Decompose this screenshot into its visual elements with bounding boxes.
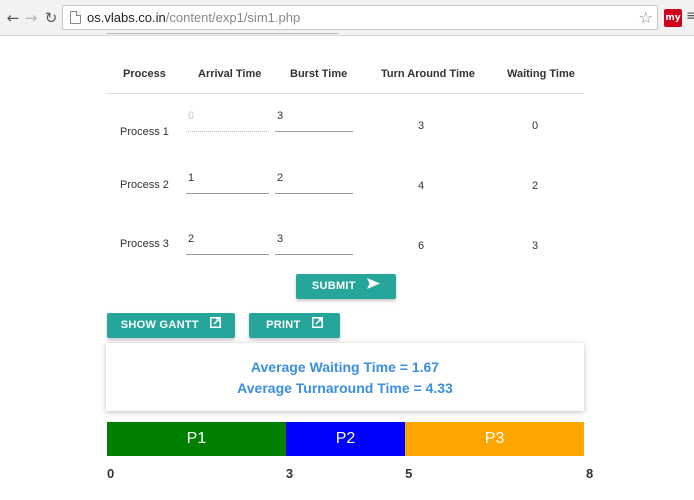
show-gantt-button[interactable]: SHOW GANTT	[107, 313, 235, 338]
header-turnaround-time: Turn Around Time	[381, 68, 475, 80]
bookmark-star-icon[interactable]: ☆	[639, 8, 653, 27]
average-turnaround-time: Average Turnaround Time = 4.33	[237, 380, 453, 396]
row-1-waiting: 0	[531, 120, 539, 132]
row-1-turnaround: 3	[417, 120, 425, 132]
row-1-arrival-input: 0	[186, 110, 269, 132]
url-text[interactable]: os.vlabs.co.in/content/exp1/sim1.php	[87, 10, 300, 25]
menu-icon[interactable]: ≡	[686, 8, 694, 26]
print-button[interactable]: PRINT	[249, 313, 340, 338]
url-path: /content/exp1/sim1.php	[165, 10, 301, 25]
extension-icon[interactable]: my	[664, 9, 682, 27]
row-3-process-label: Process 3	[120, 238, 169, 250]
open-in-new-icon	[311, 313, 323, 338]
address-bar[interactable]: os.vlabs.co.in/content/exp1/sim1.php ☆	[62, 5, 658, 30]
gantt-tick-label: 8	[586, 466, 594, 481]
header-burst-time: Burst Time	[290, 68, 348, 80]
gantt-tick-label: 3	[285, 466, 294, 481]
reload-icon[interactable]: ↻	[42, 9, 60, 27]
open-in-new-icon	[210, 313, 222, 338]
header-arrival-time: Arrival Time	[198, 68, 262, 80]
header-waiting-time: Waiting Time	[507, 68, 575, 80]
row-3-burst-input[interactable]: 3	[275, 233, 353, 255]
row-1-process-label: Process 1	[120, 126, 169, 138]
row-2-arrival-input[interactable]: 1	[186, 172, 269, 194]
header-process: Process	[123, 68, 166, 80]
forward-arrow-icon[interactable]: →	[22, 9, 40, 27]
results-card: Average Waiting Time = 1.67 Average Turn…	[106, 343, 584, 411]
url-host: os.vlabs.co.in	[87, 10, 166, 25]
header-divider	[106, 93, 584, 94]
row-3-arrival-input[interactable]: 2	[186, 233, 269, 255]
gantt-segment-p2: P2	[285, 422, 406, 456]
top-divider	[106, 33, 338, 34]
send-icon	[367, 274, 381, 299]
row-2-process-label: Process 2	[120, 179, 169, 191]
gantt-tick-label: 0	[107, 466, 115, 481]
gantt-segment-p1: P1	[107, 422, 286, 456]
show-gantt-label: SHOW GANTT	[120, 319, 199, 331]
row-2-burst-input[interactable]: 2	[275, 172, 353, 194]
browser-toolbar: ← → ↻ os.vlabs.co.in/content/exp1/sim1.p…	[0, 0, 694, 36]
row-2-waiting: 2	[531, 180, 539, 192]
row-1-burst-input[interactable]: 3	[275, 110, 353, 132]
submit-label: SUBMIT	[311, 280, 356, 292]
row-2-turnaround: 4	[417, 180, 425, 192]
gantt-segment-p3: P3	[405, 422, 584, 456]
submit-button[interactable]: SUBMIT	[296, 274, 396, 299]
gantt-tick-label: 5	[405, 466, 413, 481]
back-arrow-icon[interactable]: ←	[4, 9, 22, 27]
row-3-waiting: 3	[531, 240, 539, 252]
row-3-turnaround: 6	[417, 240, 425, 252]
average-waiting-time: Average Waiting Time = 1.67	[250, 359, 440, 375]
page-icon	[70, 11, 81, 24]
print-label: PRINT	[266, 319, 301, 331]
